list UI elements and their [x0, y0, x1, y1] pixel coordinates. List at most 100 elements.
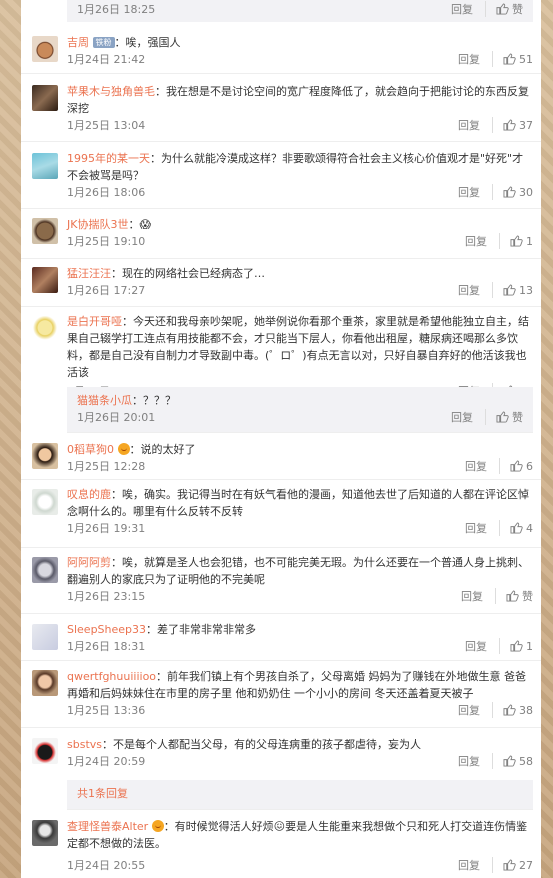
like-button[interactable]: 27: [503, 859, 533, 872]
reply-button[interactable]: 回复: [458, 282, 493, 298]
reply-button[interactable]: 回复: [458, 51, 493, 67]
sub-reply-time: 1月26日 18:25: [77, 3, 156, 16]
thumbs-up-icon: [506, 590, 519, 602]
reply-button[interactable]: 回复: [458, 117, 493, 133]
comment-item: 查理怪兽泰Alter ：有时候觉得活人好烦😖要是人生能重来我想做个只和死人打交道…: [21, 810, 541, 878]
like-button[interactable]: 4: [510, 522, 533, 535]
comment-item: SleepSheep33：差了非常非常非常多 1月26日 18:31 回复 1: [21, 614, 541, 661]
like-button[interactable]: 13: [503, 284, 533, 297]
like-label: 赞: [512, 411, 523, 424]
comment-username[interactable]: qwertfghuuiiiioo: [67, 670, 156, 683]
comment-time: 1月25日 12:28: [67, 460, 146, 473]
avatar[interactable]: [32, 738, 58, 764]
comment-item: JK协揣队3世：😱 1月25日 19:10 回复 1: [21, 209, 541, 259]
thumbs-up-icon: [510, 460, 523, 472]
comment-text: ：说的太好了: [129, 443, 196, 456]
sub-reply-time: 1月26日 20:01: [77, 411, 156, 424]
like-button[interactable]: 30: [503, 186, 533, 199]
more-replies-bar[interactable]: 共1条回复: [67, 780, 533, 810]
like-count: 37: [519, 118, 533, 132]
thumbs-up-icon: [510, 235, 523, 247]
like-button[interactable]: 赞: [506, 588, 533, 604]
reply-button[interactable]: 回复: [465, 520, 500, 536]
comment-item: 是白开哥哑：今天还和我母亲吵架呢，她举例说你看那个重茶，家里就是希望他能独立自主…: [21, 307, 541, 399]
avatar[interactable]: [32, 316, 58, 342]
thumbs-up-icon: [503, 704, 516, 716]
comment-username[interactable]: JK协揣队3世: [67, 218, 128, 231]
avatar[interactable]: [32, 489, 58, 515]
fan-badge: 铁粉: [92, 37, 115, 48]
more-replies-link[interactable]: 共1条回复: [77, 787, 128, 800]
reply-button[interactable]: 回复: [465, 233, 500, 249]
comment-text: ：😱: [128, 218, 151, 231]
comment-item: 1995年的某一天：为什么就能冷漠成这样？非要歌颂得符合社会主义核心价值观才是"…: [21, 142, 541, 209]
thumbs-up-icon: [496, 3, 509, 15]
like-button[interactable]: 6: [510, 460, 533, 473]
reply-button[interactable]: 回复: [465, 638, 500, 654]
sub-reply-username[interactable]: 猫猫条小瓜: [77, 394, 132, 407]
reply-button[interactable]: 回复: [451, 409, 486, 425]
comment-item: 苹果木与独角兽毛：我在想是不是讨论空间的宽广程度降低了，就会趋向于把能讨论的东西…: [21, 74, 541, 142]
comment-username[interactable]: 0稻草狗0: [67, 443, 114, 456]
avatar[interactable]: [32, 85, 58, 111]
sub-reply-text: ：？？？: [132, 394, 176, 407]
comment-time: 1月25日 19:10: [67, 235, 146, 248]
comment-username[interactable]: 吉周: [67, 36, 89, 49]
comment-username[interactable]: 1995年的某一天: [67, 152, 150, 165]
like-button[interactable]: 赞: [496, 409, 523, 425]
reply-button[interactable]: 回复: [458, 184, 493, 200]
avatar[interactable]: [32, 670, 58, 696]
comment-item: 阿阿阿剪：唉，就算是圣人也会犯错，也不可能完美无瑕。为什么还要在一个普通人身上挑…: [21, 548, 541, 614]
comment-item: 0稻草狗0 ：说的太好了 1月25日 12:28 回复 6: [21, 433, 541, 480]
like-button[interactable]: 58: [503, 755, 533, 768]
thumbs-up-icon: [503, 284, 516, 296]
comment-username[interactable]: 查理怪兽泰Alter: [67, 820, 148, 833]
comment-time: 1月25日 13:04: [67, 119, 146, 132]
sub-reply-top: 1月26日 18:25 回复 赞: [67, 0, 533, 22]
thumbs-up-icon: [503, 859, 516, 871]
avatar[interactable]: [32, 153, 58, 179]
comment-time: 1月26日 23:15: [67, 590, 146, 603]
reply-button[interactable]: 回复: [451, 1, 486, 17]
avatar[interactable]: [32, 624, 58, 650]
comment-text: ：今天还和我母亲吵架呢，她举例说你看那个重茶，家里就是希望他能独立自主，结果自己…: [67, 315, 529, 379]
comment-username[interactable]: 叹息的鹿: [67, 488, 111, 501]
like-count: 4: [526, 521, 533, 535]
reply-button[interactable]: 回复: [461, 588, 496, 604]
avatar[interactable]: [32, 218, 58, 244]
comment-username[interactable]: 是白开哥哑: [67, 315, 122, 328]
like-button[interactable]: 1: [510, 235, 533, 248]
avatar[interactable]: [32, 443, 58, 469]
reply-button[interactable]: 回复: [458, 702, 493, 718]
comment-text: ：唉，就算是圣人也会犯错，也不可能完美无瑕。为什么还要在一个普通人身上挑刺、翻遍…: [67, 556, 529, 586]
like-button[interactable]: 37: [503, 119, 533, 132]
thumbs-up-icon: [503, 755, 516, 767]
reply-button[interactable]: 回复: [458, 857, 493, 873]
comment-item: sbstvs：不是每个人都配当父母，有的父母连病重的孩子都虐待，妄为人 1月24…: [21, 728, 541, 778]
avatar[interactable]: [32, 820, 58, 846]
sub-reply: 猫猫条小瓜：？？？ 1月26日 20:01 回复 赞: [67, 387, 533, 433]
reply-button[interactable]: 回复: [458, 753, 493, 769]
like-button[interactable]: 1: [510, 640, 533, 653]
comment-text: ：现在的网络社会已经病态了…: [111, 267, 265, 280]
comment-username[interactable]: 苹果木与独角兽毛: [67, 85, 155, 98]
comment-item: 吉周 铁粉 ：唉，强国人 1月24日 21:42 回复 51: [21, 22, 541, 74]
avatar[interactable]: [32, 267, 58, 293]
like-button[interactable]: 51: [503, 53, 533, 66]
like-button[interactable]: 38: [503, 704, 533, 717]
comment-item: 猛汪汪汪：现在的网络社会已经病态了… 1月26日 17:27 回复 13: [21, 259, 541, 307]
like-label: 赞: [522, 590, 533, 603]
comment-username[interactable]: 阿阿阿剪: [67, 556, 111, 569]
comment-time: 1月24日 20:59: [67, 755, 146, 768]
comment-time: 1月26日 17:27: [67, 284, 146, 297]
comment-username[interactable]: sbstvs: [67, 738, 102, 751]
thumbs-up-icon: [510, 640, 523, 652]
thumbs-up-icon: [496, 411, 509, 423]
like-button[interactable]: 赞: [496, 1, 523, 17]
comment-time: 1月26日 19:31: [67, 522, 146, 535]
reply-button[interactable]: 回复: [465, 458, 500, 474]
avatar[interactable]: [32, 557, 58, 583]
comment-username[interactable]: 猛汪汪汪: [67, 267, 111, 280]
comment-username[interactable]: SleepSheep33: [67, 623, 146, 636]
avatar[interactable]: [32, 36, 58, 62]
